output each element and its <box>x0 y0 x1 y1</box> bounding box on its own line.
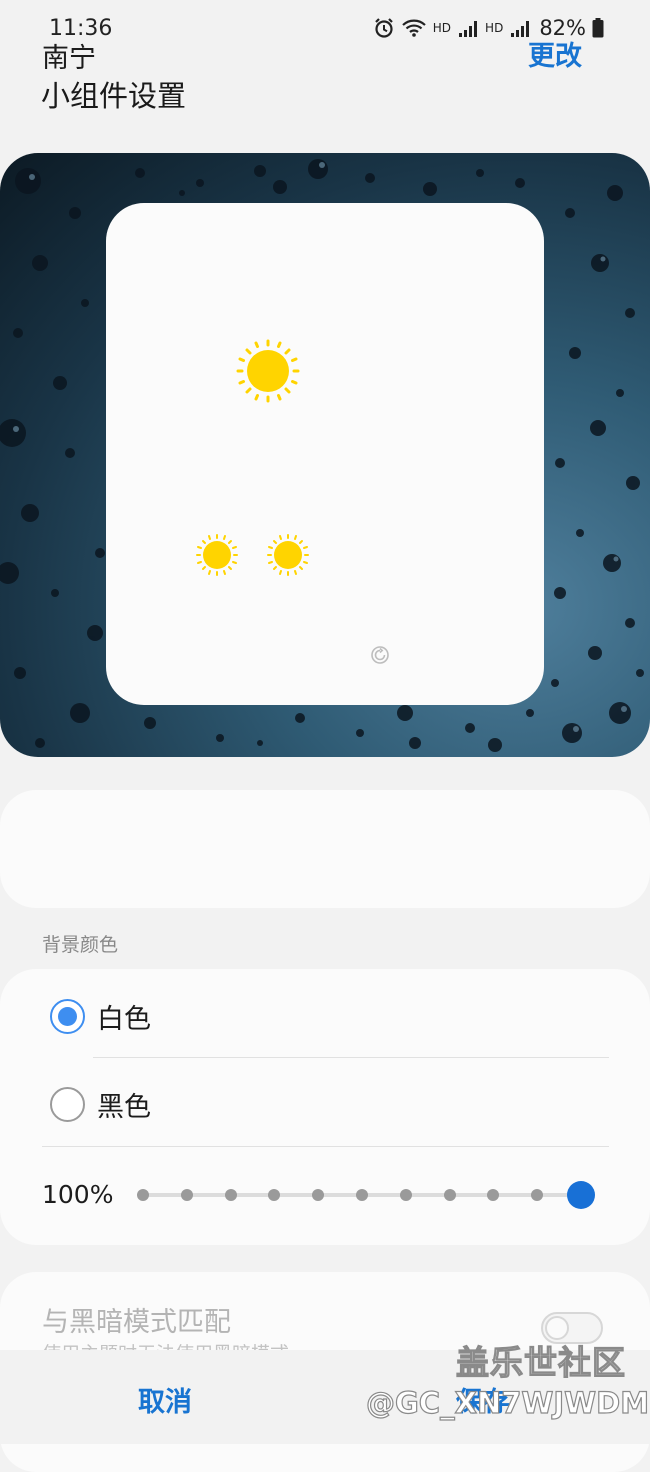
slider-tick <box>180 1189 193 1201</box>
alarm-icon <box>373 17 395 39</box>
radio-label-black: 黑色 <box>97 1092 151 1123</box>
location-name: 南宁 <box>42 43 96 74</box>
radio-label-white: 白色 <box>97 1004 151 1035</box>
dark-mode-title: 与黑暗模式匹配 <box>42 1307 231 1338</box>
slider-tick <box>399 1189 412 1201</box>
slider-tick <box>224 1189 237 1201</box>
radio-button-unchecked[interactable] <box>50 1087 85 1122</box>
divider <box>93 1057 609 1058</box>
radio-button-checked[interactable] <box>50 999 85 1034</box>
slider-tick <box>356 1189 368 1201</box>
opacity-slider[interactable] <box>136 1180 602 1210</box>
sun-icon <box>195 533 239 581</box>
hd-label: HD <box>485 21 504 35</box>
slider-tick <box>443 1189 456 1201</box>
sun-icon <box>235 338 301 408</box>
watermark-handle: @GC_XN7WJWDM <box>365 1385 650 1420</box>
section-label-background-color: 背景颜色 <box>42 934 119 956</box>
radio-option-black[interactable]: 黑色 <box>50 1085 151 1124</box>
change-location-button[interactable]: 更改 <box>528 34 582 73</box>
widget-card <box>106 203 544 705</box>
slider-tick <box>137 1189 149 1201</box>
slider-tick <box>487 1189 500 1201</box>
divider <box>42 1146 609 1147</box>
hd-label: HD <box>432 21 452 35</box>
page-title: 小组件设置 <box>41 79 187 113</box>
opacity-value: 100% <box>42 1180 114 1209</box>
4g-signal-icon <box>457 18 479 38</box>
wifi-icon <box>401 18 427 38</box>
slider-tick <box>312 1189 325 1201</box>
radio-option-white[interactable]: 白色 <box>50 997 151 1036</box>
refresh-icon[interactable] <box>370 645 390 669</box>
cancel-button[interactable]: 取消 <box>138 1380 192 1419</box>
slider-thumb[interactable] <box>567 1181 595 1209</box>
slider-tick <box>531 1189 544 1201</box>
watermark-text: 盖乐世社区 <box>455 1342 626 1382</box>
slider-tick <box>268 1189 281 1201</box>
location-card <box>0 790 650 908</box>
battery-icon <box>592 18 604 38</box>
sun-icon <box>266 533 310 581</box>
